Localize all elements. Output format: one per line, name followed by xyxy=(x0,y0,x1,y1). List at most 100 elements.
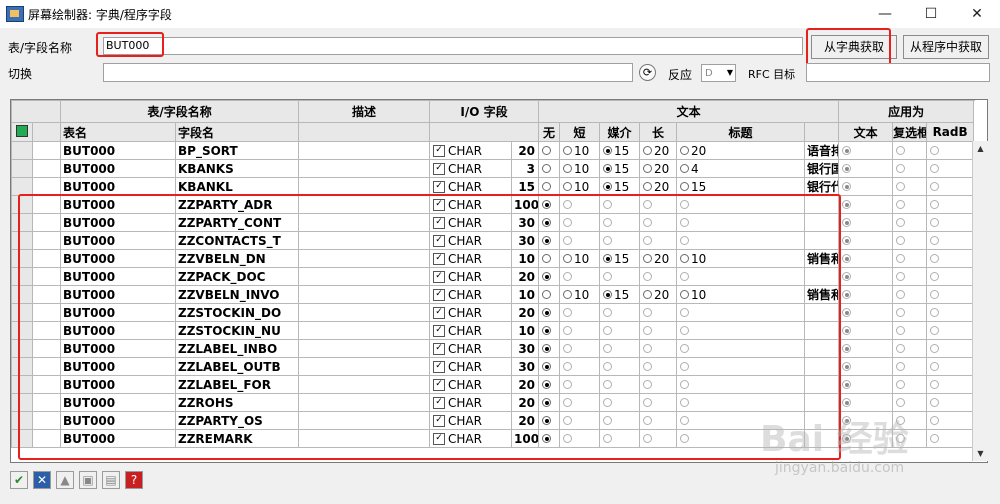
print-icon[interactable]: ▲ xyxy=(56,471,74,489)
select-all-icon[interactable] xyxy=(11,122,33,142)
radio-button[interactable] xyxy=(930,182,940,191)
cancel-icon[interactable]: ✕ xyxy=(33,471,51,489)
radio-button[interactable] xyxy=(930,146,940,155)
save-icon[interactable]: ▣ xyxy=(79,471,97,489)
switch-input[interactable] xyxy=(103,63,633,82)
highlight-box-rows xyxy=(18,194,841,460)
radio-button[interactable] xyxy=(930,272,940,281)
radio-button[interactable] xyxy=(842,398,852,407)
table-row[interactable]: BUT000KBANKL ✓CHAR 15 10 15 20 15 银行代码 xyxy=(11,177,975,196)
io-checkbox[interactable]: ✓ xyxy=(433,162,446,175)
radio-button[interactable] xyxy=(930,236,940,245)
reverse-value: D xyxy=(705,68,713,79)
cell-text-label: 银行代码 xyxy=(804,177,840,196)
radio-button[interactable] xyxy=(563,146,573,155)
radio-button[interactable] xyxy=(842,182,852,191)
radio-button[interactable] xyxy=(842,218,852,227)
io-checkbox[interactable]: ✓ xyxy=(433,180,446,193)
radio-button[interactable] xyxy=(896,290,906,299)
radio-button[interactable] xyxy=(603,164,613,173)
radio-button[interactable] xyxy=(603,182,613,191)
radio-button[interactable] xyxy=(930,200,940,209)
radio-button[interactable] xyxy=(842,308,852,317)
radio-button[interactable] xyxy=(930,344,940,353)
radio-button[interactable] xyxy=(842,362,852,371)
radio-button[interactable] xyxy=(842,290,852,299)
radio-button[interactable] xyxy=(842,146,852,155)
radio-button[interactable] xyxy=(842,326,852,335)
radio-button[interactable] xyxy=(896,308,906,317)
radio-button[interactable] xyxy=(563,182,573,191)
radio-button[interactable] xyxy=(842,272,852,281)
radio-button[interactable] xyxy=(896,254,906,263)
cell-description xyxy=(298,159,431,178)
row-selector[interactable] xyxy=(11,177,33,196)
app-icon xyxy=(6,6,24,22)
radio-button[interactable] xyxy=(930,362,940,371)
scroll-up-icon[interactable]: ▲ xyxy=(973,141,988,156)
radio-button[interactable] xyxy=(930,308,940,317)
close-button[interactable]: ✕ xyxy=(954,0,1000,28)
radio-button[interactable] xyxy=(603,146,613,155)
minimize-button[interactable]: — xyxy=(862,0,908,28)
radio-button[interactable] xyxy=(896,218,906,227)
get-from-program-button[interactable]: 从程序中获取 xyxy=(903,35,989,59)
radio-button[interactable] xyxy=(930,164,940,173)
text-length: 10 xyxy=(574,143,590,158)
radio-button[interactable] xyxy=(896,326,906,335)
radio-button[interactable] xyxy=(896,236,906,245)
radio-button[interactable] xyxy=(930,380,940,389)
radio-button[interactable] xyxy=(930,416,940,425)
table-row[interactable]: BUT000KBANKS ✓CHAR 3 10 15 20 4 银行国家 xyxy=(11,159,975,178)
cell-length: 3 xyxy=(511,159,540,178)
radio-button[interactable] xyxy=(542,146,552,155)
radio-button[interactable] xyxy=(896,272,906,281)
radio-button[interactable] xyxy=(896,344,906,353)
radio-button[interactable] xyxy=(842,344,852,353)
radio-button[interactable] xyxy=(842,236,852,245)
th-apply-text: 文本 xyxy=(838,122,894,142)
radio-button[interactable] xyxy=(896,362,906,371)
radio-button[interactable] xyxy=(542,182,552,191)
radio-button[interactable] xyxy=(930,218,940,227)
check-icon[interactable]: ✔ xyxy=(10,471,28,489)
radio-button[interactable] xyxy=(930,398,940,407)
radio-button[interactable] xyxy=(930,326,940,335)
radio-button[interactable] xyxy=(896,164,906,173)
refresh-icon[interactable]: ⟳ xyxy=(639,64,656,81)
rfc-input[interactable] xyxy=(806,63,990,82)
scroll-down-icon[interactable]: ▼ xyxy=(973,446,988,461)
radio-button[interactable] xyxy=(930,290,940,299)
save-as-icon[interactable]: ▤ xyxy=(102,471,120,489)
text-length: 20 xyxy=(654,161,670,176)
table-row[interactable]: BUT000BP_SORT ✓CHAR 20 10 15 20 20 语音排序字段 xyxy=(11,141,975,160)
radio-button[interactable] xyxy=(896,398,906,407)
radio-button[interactable] xyxy=(643,164,653,173)
radio-button[interactable] xyxy=(896,146,906,155)
row-selector[interactable] xyxy=(11,159,33,178)
radio-button[interactable] xyxy=(643,182,653,191)
radio-button[interactable] xyxy=(563,164,573,173)
th-none: 无 xyxy=(538,122,561,142)
table-field-input[interactable]: BUT000 xyxy=(103,37,803,55)
help-icon[interactable]: ? xyxy=(125,471,143,489)
io-checkbox[interactable]: ✓ xyxy=(433,144,446,157)
row-selector[interactable] xyxy=(11,141,33,160)
radio-button[interactable] xyxy=(680,146,690,155)
radio-button[interactable] xyxy=(930,434,940,443)
radio-button[interactable] xyxy=(842,254,852,263)
radio-button[interactable] xyxy=(680,164,690,173)
radio-button[interactable] xyxy=(896,200,906,209)
vertical-scrollbar[interactable]: ▲ ▼ xyxy=(972,141,988,461)
radio-button[interactable] xyxy=(896,380,906,389)
reverse-select[interactable]: D ▼ xyxy=(701,64,736,82)
radio-button[interactable] xyxy=(842,380,852,389)
radio-button[interactable] xyxy=(842,200,852,209)
radio-button[interactable] xyxy=(680,182,690,191)
radio-button[interactable] xyxy=(542,164,552,173)
radio-button[interactable] xyxy=(643,146,653,155)
radio-button[interactable] xyxy=(896,182,906,191)
radio-button[interactable] xyxy=(842,164,852,173)
maximize-button[interactable]: ☐ xyxy=(908,0,954,28)
radio-button[interactable] xyxy=(930,254,940,263)
